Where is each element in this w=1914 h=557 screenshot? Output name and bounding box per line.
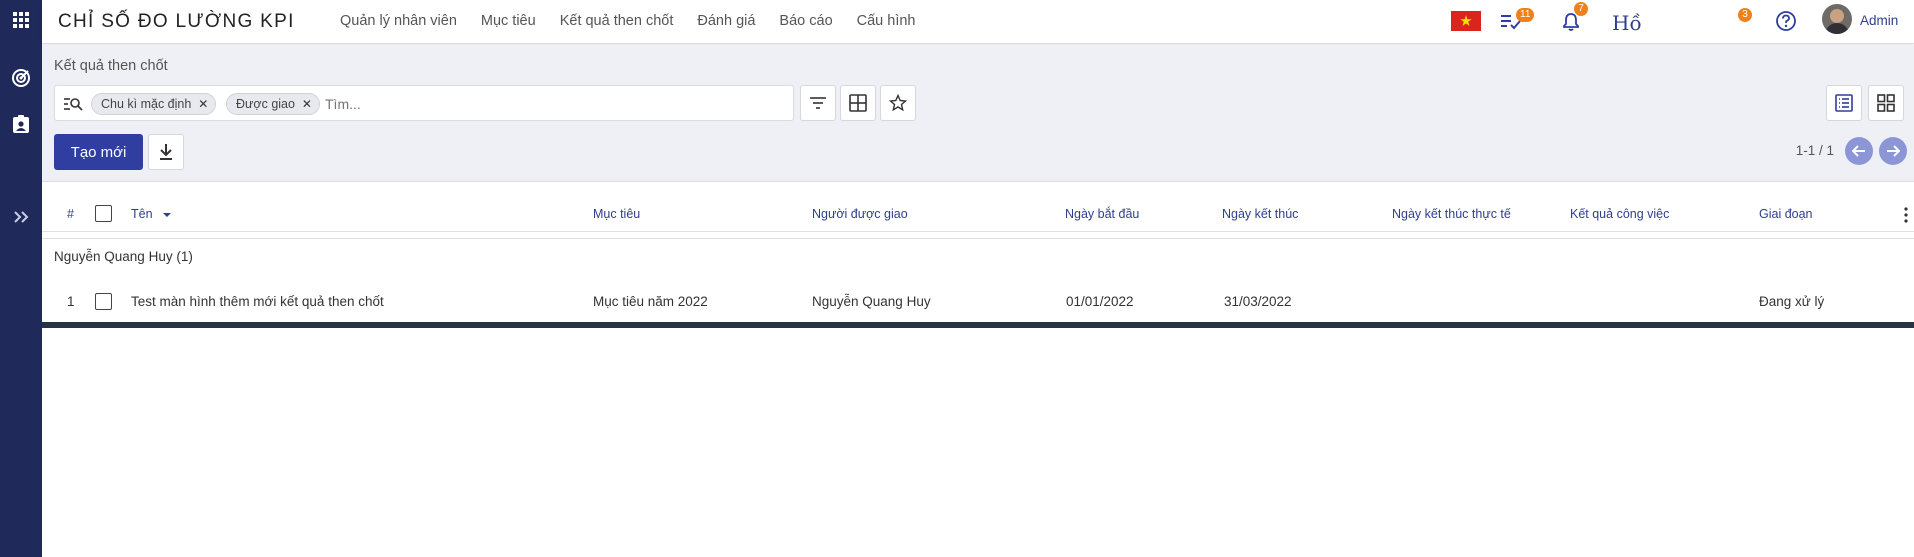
app-brand[interactable]: CHỈ SỐ ĐO LƯỜNG KPI xyxy=(58,11,295,33)
main-menu: Quản lý nhân viên Mục tiêu Kết quả then … xyxy=(340,13,940,29)
cell-start-date: 01/01/2022 xyxy=(1066,294,1134,309)
avatar xyxy=(1822,4,1852,34)
menu-objectives[interactable]: Mục tiêu xyxy=(481,13,536,29)
pager-previous-button[interactable] xyxy=(1845,137,1873,165)
help-icon[interactable] xyxy=(1775,0,1799,44)
ho-count-badge: 3 xyxy=(1738,8,1752,22)
clipboard-user-icon[interactable] xyxy=(9,112,33,136)
activities-button[interactable]: 11 xyxy=(1500,0,1540,44)
row-divider xyxy=(42,322,1914,328)
download-icon xyxy=(160,144,172,160)
menu-key-results[interactable]: Kết quả then chốt xyxy=(560,13,674,29)
filter-icon xyxy=(810,97,826,109)
search-input[interactable] xyxy=(325,93,765,115)
group-row[interactable]: Nguyễn Quang Huy (1) xyxy=(42,238,1914,274)
table-row[interactable]: 1 Test màn hình thêm mới kết quả then ch… xyxy=(42,284,1914,322)
facet-label: Được giao xyxy=(236,97,295,111)
create-button[interactable]: Tạo mới xyxy=(54,134,143,170)
search-options-icon[interactable] xyxy=(63,96,83,112)
facet-default-cycle: Chu kì mặc định ✕ xyxy=(91,93,217,115)
kanban-view-button[interactable] xyxy=(1868,85,1904,121)
sort-down-icon xyxy=(163,212,172,217)
header-assignee[interactable]: Người được giao xyxy=(812,207,908,221)
list-view-icon xyxy=(1835,94,1853,112)
activities-count-badge: 11 xyxy=(1516,8,1535,22)
cell-end-date: 31/03/2022 xyxy=(1224,294,1292,309)
apps-grid-icon[interactable] xyxy=(9,8,33,32)
cell-stage: Đang xử lý xyxy=(1759,294,1825,309)
control-panel: Kết quả then chốt Chu kì mặc định ✕ Được… xyxy=(42,45,1914,182)
user-menu[interactable]: Admin xyxy=(1822,0,1912,44)
header-work-result[interactable]: Kết quả công việc xyxy=(1570,207,1669,221)
group-grid-icon xyxy=(849,94,867,112)
remove-facet-icon[interactable]: ✕ xyxy=(302,94,312,114)
header-objective[interactable]: Mục tiêu xyxy=(593,207,640,221)
search-bar: Chu kì mặc định ✕ Được giao ✕ xyxy=(54,85,794,121)
header-end-date[interactable]: Ngày kết thúc xyxy=(1222,207,1298,221)
filter-button[interactable] xyxy=(800,85,836,121)
list-view-button[interactable] xyxy=(1826,85,1862,121)
cell-objective: Mục tiêu năm 2022 xyxy=(593,294,708,309)
arrow-right-icon xyxy=(1887,145,1900,157)
ho-label: Hồ xyxy=(1612,11,1642,35)
arrow-left-icon xyxy=(1852,145,1865,157)
user-name: Admin xyxy=(1860,13,1899,28)
header-index: # xyxy=(67,207,74,221)
header-start-date[interactable]: Ngày bắt đầu xyxy=(1065,207,1139,221)
facet-label: Chu kì mặc định xyxy=(101,97,192,111)
cell-assignee: Nguyễn Quang Huy xyxy=(812,294,931,309)
notifications-count-badge: 7 xyxy=(1574,2,1588,16)
header-name-label: Tên xyxy=(131,207,153,221)
table-header: # Tên Mục tiêu Người được giao Ngày bắt … xyxy=(42,198,1914,232)
menu-reports[interactable]: Báo cáo xyxy=(779,13,832,29)
menu-configuration[interactable]: Cấu hình xyxy=(857,13,916,29)
language-flag-icon[interactable] xyxy=(1451,0,1481,44)
menu-employee-management[interactable]: Quản lý nhân viên xyxy=(340,13,457,29)
header-stage[interactable]: Giai đoạn xyxy=(1759,207,1813,221)
menu-evaluation[interactable]: Đánh giá xyxy=(697,13,755,29)
favorites-button[interactable] xyxy=(880,85,916,121)
ho-button[interactable]: Hồ xyxy=(1612,0,1642,44)
row-checkbox[interactable] xyxy=(95,293,112,310)
row-index: 1 xyxy=(67,294,75,309)
optional-columns-icon[interactable] xyxy=(1904,207,1908,223)
header-name[interactable]: Tên xyxy=(131,207,172,221)
remove-facet-icon[interactable]: ✕ xyxy=(198,94,208,114)
target-icon[interactable] xyxy=(9,66,33,90)
expand-sidebar-icon[interactable] xyxy=(9,205,33,229)
facet-assigned: Được giao ✕ xyxy=(226,93,320,115)
header-actual-end-date[interactable]: Ngày kết thúc thực tế xyxy=(1392,207,1511,221)
select-all-checkbox[interactable] xyxy=(95,205,112,222)
breadcrumb: Kết quả then chốt xyxy=(54,58,168,74)
left-rail xyxy=(0,0,42,557)
top-navbar: CHỈ SỐ ĐO LƯỜNG KPI Quản lý nhân viên Mụ… xyxy=(42,0,1914,44)
pager-next-button[interactable] xyxy=(1879,137,1907,165)
cell-name: Test màn hình thêm mới kết quả then chốt xyxy=(131,294,384,309)
group-by-button[interactable] xyxy=(840,85,876,121)
pager-value[interactable]: 1-1 / 1 xyxy=(1796,143,1834,158)
download-button[interactable] xyxy=(148,134,184,170)
group-label: Nguyễn Quang Huy (1) xyxy=(54,249,193,264)
star-icon xyxy=(889,94,907,112)
kanban-view-icon xyxy=(1877,94,1895,112)
notifications-button[interactable]: 7 xyxy=(1562,0,1596,44)
